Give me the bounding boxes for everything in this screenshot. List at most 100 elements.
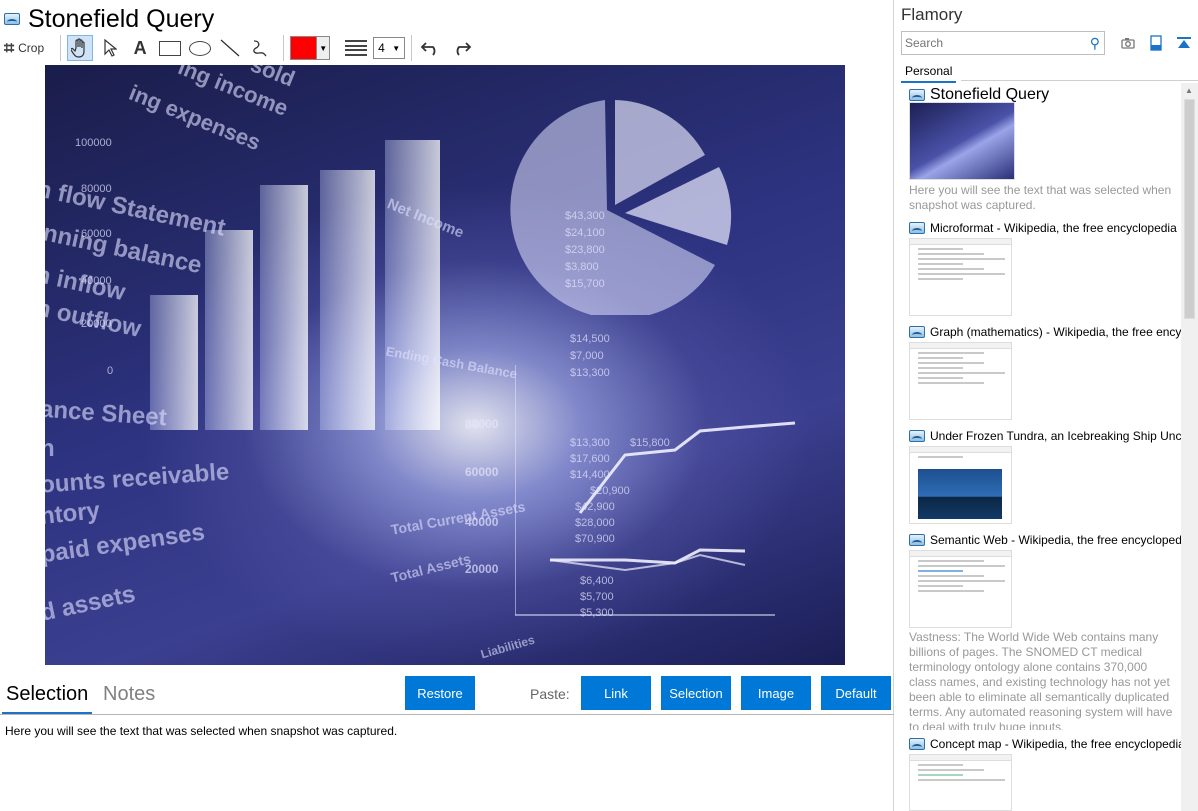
img-bar (320, 170, 375, 430)
rectangle-icon (159, 40, 182, 56)
list-item-thumbnail[interactable] (909, 754, 1012, 811)
img-text-total-assets: Total Assets (389, 550, 473, 586)
list-item-title[interactable]: Concept map - Wikipedia, the free encycl… (909, 737, 1181, 751)
snapshot-pane: Stonefield Query ⌗ Crop A ▼ 4 ▼ sold ing… (0, 0, 894, 811)
img-bar (385, 140, 440, 430)
list-item-thumbnail[interactable] (909, 446, 1012, 524)
select-tool-button[interactable] (97, 35, 123, 61)
rectangle-tool-button[interactable] (157, 35, 183, 61)
restore-button[interactable]: Restore (405, 676, 475, 710)
img-bar (205, 230, 253, 430)
web-page-icon (909, 89, 925, 101)
hand-tool-button[interactable] (67, 35, 94, 61)
img-text-inventory: ntory (45, 496, 102, 531)
search-input[interactable] (902, 32, 1082, 54)
crop-icon: ⌗ (4, 37, 15, 58)
ellipse-icon (189, 40, 212, 56)
list-item-title[interactable]: Microformat - Wikipedia, the free encycl… (909, 221, 1181, 235)
paste-default-button[interactable]: Default (821, 676, 891, 710)
freehand-icon (253, 40, 267, 57)
chevron-down-icon: ▼ (392, 43, 401, 53)
scroll-up-icon[interactable]: ▲ (1185, 86, 1193, 95)
tab-notes[interactable]: Notes (103, 683, 155, 706)
img-axis-left-label: 80000 (81, 183, 112, 195)
list-item-thumbnail[interactable] (909, 342, 1012, 420)
line-icon (220, 39, 240, 57)
img-axis-right-label: 60000 (465, 465, 499, 479)
document-icon[interactable] (1146, 33, 1166, 53)
tab-personal[interactable]: Personal (901, 60, 957, 83)
img-axis-left-label: 100000 (75, 137, 112, 149)
web-page-icon (909, 222, 925, 234)
img-number: $13,300 (570, 437, 610, 449)
img-number: $28,000 (575, 517, 615, 529)
list-item-title[interactable]: Under Frozen Tundra, an Icebreaking Ship… (909, 429, 1181, 443)
app-name: Flamory (901, 5, 963, 24)
paste-link-button[interactable]: Link (581, 676, 651, 710)
list-item-title[interactable]: Graph (mathematics) - Wikipedia, the fre… (909, 325, 1181, 339)
img-axis-left-label: 60000 (81, 228, 112, 240)
web-page-icon (909, 534, 925, 546)
flamory-sidebar: Flamory ⚲ Personal ▲ Stonefield Query He… (895, 0, 1198, 811)
snapshot-title-row: Stonefield Query (4, 4, 214, 34)
scrollbar-thumb[interactable] (1184, 99, 1195, 319)
img-number: $43,300 (565, 210, 605, 222)
list-item-thumbnail[interactable] (909, 102, 1015, 180)
web-page-icon (909, 326, 925, 338)
img-axis-right-label: 80000 (465, 417, 499, 431)
img-number: $14,400 (570, 469, 610, 481)
img-number: $5,700 (580, 591, 614, 603)
ellipse-tool-button[interactable] (187, 35, 213, 61)
crop-button[interactable]: ⌗ Crop (4, 35, 50, 61)
img-number: $5,300 (580, 607, 614, 619)
freehand-tool-button[interactable] (247, 35, 273, 61)
crop-label: Crop (18, 41, 45, 55)
annotation-toolbar: ⌗ Crop A ▼ 4 ▼ (4, 34, 478, 62)
snapshot-title: Stonefield Query (28, 4, 215, 33)
img-number: $20,900 (590, 485, 630, 497)
hand-icon (71, 38, 85, 58)
list-item-description: Vastness: The World Wide Web contains ma… (909, 630, 1173, 730)
img-number: $7,000 (570, 350, 604, 362)
collapse-top-icon[interactable] (1174, 33, 1194, 53)
tab-selection[interactable]: Selection (2, 683, 93, 714)
undo-button[interactable] (418, 35, 444, 61)
chevron-down-icon: ▼ (317, 37, 330, 59)
color-picker[interactable]: ▼ (290, 36, 331, 60)
line-width-icon-button[interactable] (343, 35, 369, 61)
redo-button[interactable] (448, 35, 474, 61)
img-number: $23,800 (565, 244, 605, 256)
paste-label: Paste: (530, 686, 570, 702)
img-bar (260, 185, 308, 430)
ship-photo (918, 469, 1002, 519)
text-tool-button[interactable]: A (127, 35, 153, 61)
img-number: $17,600 (570, 453, 610, 465)
list-item-thumbnail[interactable] (909, 550, 1012, 628)
list-item-title[interactable]: Semantic Web - Wikipedia, the free encyc… (909, 533, 1181, 547)
img-number: $3,800 (565, 261, 599, 273)
search-box: ⚲ (901, 31, 1105, 55)
img-number: $24,100 (565, 227, 605, 239)
list-item-thumbnail[interactable] (909, 238, 1012, 316)
web-page-icon (4, 13, 20, 25)
line-width-icon (345, 40, 368, 56)
paste-image-button[interactable]: Image (741, 676, 811, 710)
toolbar-separator (283, 35, 285, 61)
redo-icon (456, 42, 472, 56)
sidebar-scrollbar[interactable]: ▲ (1181, 83, 1198, 811)
tab-divider (961, 80, 1198, 81)
line-tool-button[interactable] (217, 35, 243, 61)
list-item-description: Here you will see the text that was sele… (909, 183, 1172, 212)
paste-selection-button[interactable]: Selection (661, 676, 731, 710)
img-text-liabilities: Liabilities (479, 632, 537, 662)
toolbar-separator (411, 35, 413, 61)
search-icon[interactable]: ⚲ (1090, 35, 1100, 52)
img-number: $6,400 (580, 575, 614, 587)
undo-icon (420, 42, 436, 56)
text-tool-icon: A (133, 37, 147, 58)
line-width-select[interactable]: 4 ▼ (373, 37, 406, 59)
web-page-icon (909, 430, 925, 442)
camera-icon[interactable] (1118, 33, 1138, 53)
snapshot-image[interactable]: sold ing income ing expenses h flow Stat… (45, 65, 845, 665)
